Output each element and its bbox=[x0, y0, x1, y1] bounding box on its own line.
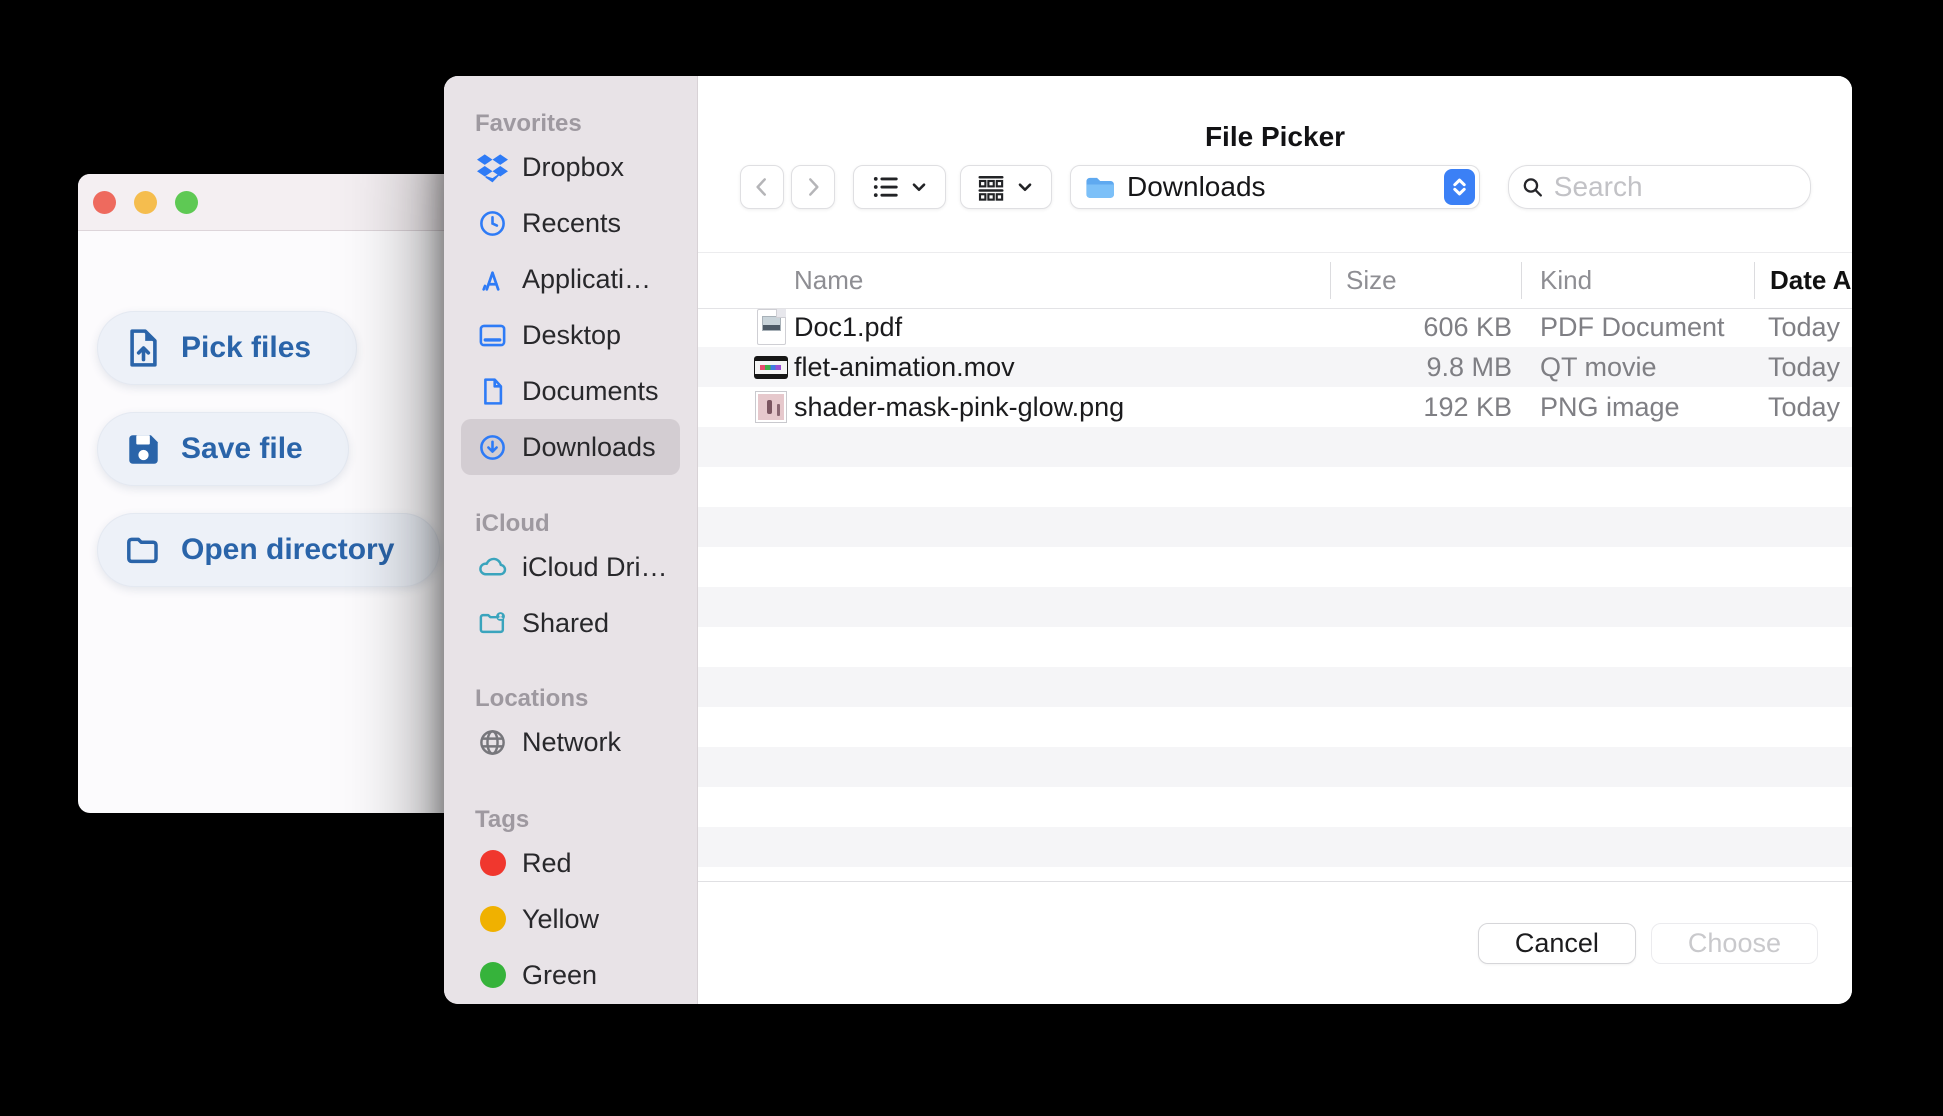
search-icon bbox=[1523, 177, 1542, 197]
mov-file-icon bbox=[753, 347, 789, 387]
sidebar-item-documents[interactable]: Documents bbox=[461, 363, 680, 419]
app-window: Pick files Save file Open directory bbox=[78, 174, 461, 813]
empty-list-stripe bbox=[698, 587, 1852, 627]
sidebar-item-desktop[interactable]: Desktop bbox=[461, 307, 680, 363]
document-icon bbox=[477, 376, 508, 407]
dot-icon bbox=[477, 960, 508, 991]
minimize-button[interactable] bbox=[134, 190, 157, 214]
clock-icon bbox=[477, 208, 508, 239]
dot-icon bbox=[477, 904, 508, 935]
table-header: Name Size Kind Date Added bbox=[698, 252, 1852, 309]
choose-button[interactable]: Choose bbox=[1650, 922, 1818, 964]
column-divider bbox=[1754, 262, 1755, 299]
empty-list-stripe bbox=[698, 627, 1852, 667]
empty-list-stripe bbox=[698, 827, 1852, 867]
file-row-shader-mask-pink-glow-png[interactable]: shader-mask-pink-glow.png 192 KB PNG ima… bbox=[698, 387, 1852, 427]
chevron-left-icon bbox=[756, 178, 766, 196]
open-directory-button[interactable]: Open directory bbox=[97, 513, 441, 587]
sidebar-item-network[interactable]: Network bbox=[461, 714, 680, 770]
column-header-name[interactable]: Name bbox=[794, 253, 863, 308]
group-view-icon bbox=[978, 176, 1004, 201]
chevron-down-icon bbox=[912, 183, 925, 192]
desktop-icon bbox=[477, 320, 508, 351]
popup-stepper-icon bbox=[1444, 169, 1475, 205]
save-file-button[interactable]: Save file bbox=[97, 412, 349, 486]
folder-open-icon bbox=[125, 532, 162, 569]
location-popup[interactable]: Downloads bbox=[1070, 165, 1480, 209]
empty-list-stripe bbox=[698, 667, 1852, 707]
file-picker-dialog: Favorites Dropbox Recents Applicati… Des… bbox=[444, 76, 1852, 1004]
search-field[interactable] bbox=[1508, 165, 1811, 209]
pick-files-label: Pick files bbox=[181, 331, 312, 364]
file-picker-content: File Picker Downloads Search Name Size K… bbox=[698, 76, 1852, 1004]
empty-list-stripe bbox=[698, 787, 1852, 827]
appstore-icon bbox=[477, 264, 508, 295]
zoom-button[interactable] bbox=[175, 190, 198, 214]
chevron-right-icon bbox=[809, 178, 819, 196]
close-button[interactable] bbox=[93, 190, 116, 214]
folder-icon bbox=[1086, 177, 1114, 198]
dot-icon bbox=[477, 848, 508, 879]
empty-list-stripe bbox=[698, 467, 1852, 507]
sidebar-item-downloads[interactable]: Downloads bbox=[461, 419, 680, 475]
column-header-kind[interactable]: Kind bbox=[1540, 253, 1592, 308]
empty-list-stripe bbox=[698, 507, 1852, 547]
sidebar-item-yellow[interactable]: Yellow bbox=[461, 891, 680, 947]
png-file-icon bbox=[753, 387, 789, 427]
list-view-menu-button[interactable] bbox=[853, 165, 946, 209]
globe-icon bbox=[477, 727, 508, 758]
sidebar: Favorites Dropbox Recents Applicati… Des… bbox=[444, 76, 698, 1004]
floppy-save-icon bbox=[125, 431, 162, 468]
open-directory-label: Open directory bbox=[181, 533, 395, 566]
sidebar-item-red[interactable]: Red bbox=[461, 835, 680, 891]
search-input[interactable] bbox=[1553, 171, 1798, 203]
dropbox-icon bbox=[477, 152, 508, 183]
shared-folder-icon bbox=[477, 608, 508, 639]
cloud-icon bbox=[477, 552, 508, 583]
pick-files-button[interactable]: Pick files bbox=[97, 311, 358, 385]
column-divider bbox=[1330, 262, 1331, 299]
column-header-size[interactable]: Size bbox=[1346, 253, 1397, 308]
file-list: Doc1.pdf 606 KB PDF Document Today flet-… bbox=[698, 307, 1852, 881]
empty-list-stripe bbox=[698, 547, 1852, 587]
dialog-title: File Picker bbox=[1204, 121, 1346, 152]
cancel-button[interactable]: Cancel bbox=[1477, 922, 1636, 964]
sidebar-item-icloud-dri-[interactable]: iCloud Dri… bbox=[461, 539, 680, 595]
dialog-footer: Cancel Choose bbox=[698, 881, 1852, 1004]
empty-list-stripe bbox=[698, 747, 1852, 787]
empty-list-stripe bbox=[698, 427, 1852, 467]
save-file-label: Save file bbox=[181, 432, 303, 465]
sidebar-item-dropbox[interactable]: Dropbox bbox=[461, 139, 680, 195]
sidebar-section-header-locations: Locations bbox=[475, 685, 589, 712]
file-upload-icon bbox=[125, 329, 162, 367]
app-window-body: Pick files Save file Open directory bbox=[78, 231, 461, 587]
sidebar-section-header-icloud: iCloud bbox=[475, 510, 550, 537]
app-window-titlebar bbox=[78, 174, 461, 231]
download-circle-icon bbox=[477, 432, 508, 463]
list-view-icon bbox=[873, 177, 898, 197]
sidebar-section-header-tags: Tags bbox=[475, 806, 530, 833]
toolbar: Downloads bbox=[698, 165, 1852, 209]
sidebar-item-shared[interactable]: Shared bbox=[461, 595, 680, 651]
file-row-doc1-pdf[interactable]: Doc1.pdf 606 KB PDF Document Today bbox=[698, 307, 1852, 347]
empty-list-stripe bbox=[698, 707, 1852, 747]
chevron-down-icon bbox=[1018, 183, 1032, 192]
back-button[interactable] bbox=[740, 165, 784, 209]
forward-button[interactable] bbox=[791, 165, 835, 209]
column-divider bbox=[1521, 262, 1522, 299]
sidebar-section-header-favorites: Favorites bbox=[475, 110, 582, 137]
column-header-date-added[interactable]: Date Added bbox=[1770, 253, 1852, 308]
sidebar-item-recents[interactable]: Recents bbox=[461, 195, 680, 251]
pdf-file-icon bbox=[753, 307, 789, 347]
location-label: Downloads bbox=[1127, 171, 1266, 202]
file-row-flet-animation-mov[interactable]: flet-animation.mov 9.8 MB QT movie Today bbox=[698, 347, 1852, 387]
sidebar-item-green[interactable]: Green bbox=[461, 947, 680, 1003]
group-view-menu-button[interactable] bbox=[960, 165, 1052, 209]
sidebar-item-applicati-[interactable]: Applicati… bbox=[461, 251, 680, 307]
